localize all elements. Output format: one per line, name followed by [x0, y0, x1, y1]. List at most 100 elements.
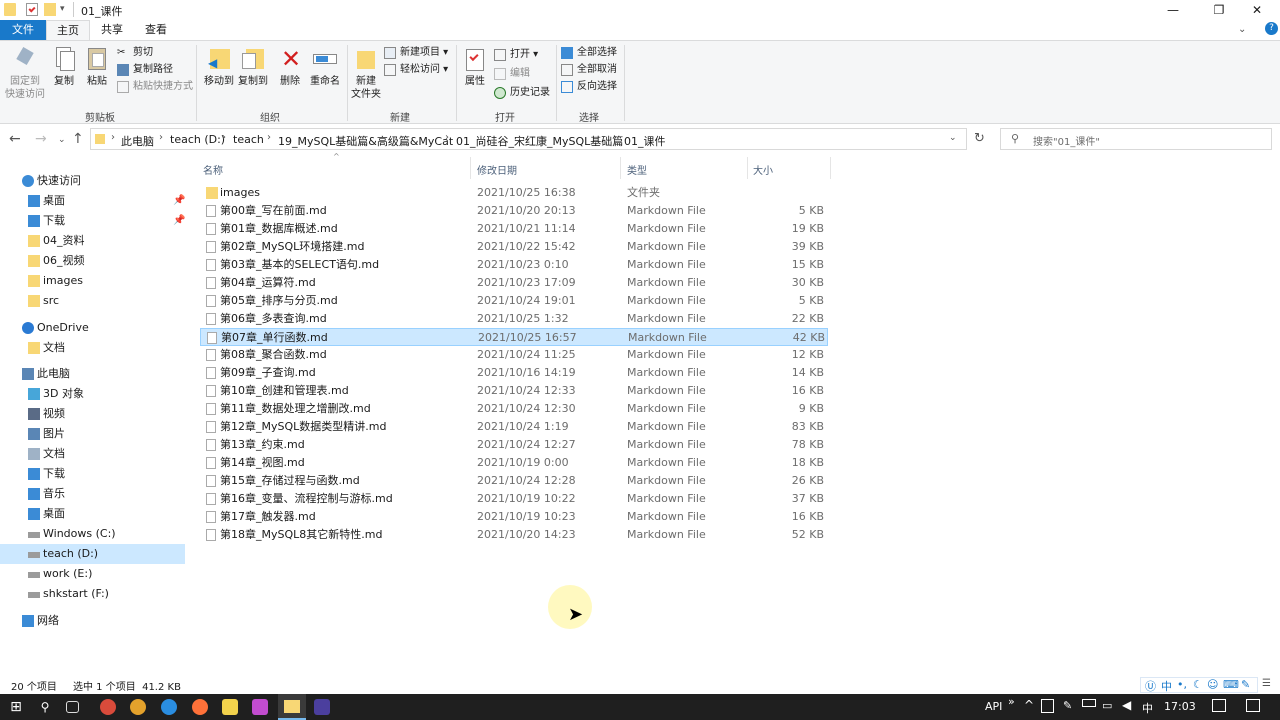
sidebar-item[interactable]: src — [0, 291, 185, 311]
sidebar-item[interactable]: shkstart (F:) — [0, 584, 185, 604]
search-icon[interactable]: ⚲ — [37, 699, 53, 715]
table-row[interactable]: 第17章_触发器.md 2021/10/19 10:23 Markdown File… — [200, 508, 828, 526]
file-explorer-taskbar-button[interactable] — [278, 694, 306, 720]
new-item-button[interactable]: 新建项目 ▾ — [384, 45, 448, 61]
notes-app-icon[interactable] — [222, 699, 238, 715]
sidebar-item[interactable]: 06_视频 — [0, 251, 185, 271]
chrome-icon[interactable] — [100, 699, 116, 715]
select-none-button[interactable]: 全部取消 — [561, 62, 617, 78]
tab-view[interactable]: 查看 — [134, 20, 178, 40]
table-row[interactable]: 第03章_基本的SELECT语句.md 2021/10/23 0:10 Markdo… — [200, 256, 828, 274]
table-row[interactable]: 第00章_写在前面.md 2021/10/20 20:13 Markdown Fil… — [200, 202, 828, 220]
table-row[interactable]: 第04章_运算符.md 2021/10/23 17:09 Markdown File… — [200, 274, 828, 292]
table-row[interactable]: 第01章_数据库概述.md 2021/10/21 11:14 Markdown Fi… — [200, 220, 828, 238]
copy-button[interactable]: 复制 — [50, 45, 78, 88]
rename-button[interactable]: 重命名 — [306, 45, 344, 88]
properties-icon[interactable] — [26, 3, 38, 16]
ime-settings-icon[interactable]: ✎ — [1241, 678, 1250, 691]
breadcrumb-this-pc[interactable]: 此电脑 — [121, 133, 154, 149]
ime-punct-icon[interactable]: •, — [1177, 678, 1187, 691]
table-row[interactable]: 第05章_排序与分页.md 2021/10/24 19:01 Markdown Fi… — [200, 292, 828, 310]
table-row[interactable]: 第02章_MySQL环境搭建.md 2021/10/22 15:42 Markdow… — [200, 238, 828, 256]
sidebar-item[interactable]: 网络 — [0, 611, 185, 631]
sidebar-item[interactable]: teach (D:) — [0, 544, 185, 564]
breadcrumb-course[interactable]: 19_MySQL基础篇&高级篇&MyCat — [278, 133, 453, 149]
column-modified[interactable]: 修改日期 — [477, 162, 517, 177]
select-all-button[interactable]: 全部选择 — [561, 45, 617, 61]
details-view-icon[interactable]: ☰ — [1262, 678, 1271, 689]
sidebar-item[interactable]: 音乐 — [0, 484, 185, 504]
tab-file[interactable]: 文件 — [0, 20, 46, 40]
sidebar-item[interactable]: OneDrive — [0, 318, 185, 338]
sidebar-item[interactable]: Windows (C:) — [0, 524, 185, 544]
sidebar-item[interactable]: 桌面 — [0, 504, 185, 524]
column-type[interactable]: 类型 — [627, 162, 647, 177]
breadcrumb-basic[interactable]: 01_尚硅谷_宋红康_MySQL基础篇 — [456, 133, 623, 149]
table-row[interactable]: 第08章_聚合函数.md 2021/10/24 11:25 Markdown Fil… — [200, 346, 828, 364]
address-bar[interactable]: › 此电脑 › teach (D:) › teach › 19_MySQL基础篇… — [90, 128, 967, 150]
sidebar-item[interactable]: images — [0, 271, 185, 291]
properties-button[interactable]: 属性 — [460, 45, 490, 88]
easy-access-button[interactable]: 轻松访问 ▾ — [384, 62, 448, 78]
help-icon[interactable]: ? — [1265, 22, 1278, 35]
new-folder-icon[interactable] — [44, 3, 56, 16]
search-box[interactable]: ⚲ 搜索"01_课件" — [1000, 128, 1272, 150]
table-row[interactable]: 第12章_MySQL数据类型精讲.md 2021/10/24 1:19 Markdo… — [200, 418, 828, 436]
breadcrumb-current[interactable]: 01_课件 — [624, 133, 666, 149]
sidebar-item[interactable]: 3D 对象 — [0, 384, 185, 404]
close-button[interactable]: ✕ — [1234, 0, 1280, 20]
table-row[interactable]: 第14章_视图.md 2021/10/19 0:00 Markdown File 18… — [200, 454, 828, 472]
api-label[interactable]: API — [985, 700, 1002, 713]
tab-share[interactable]: 共享 — [90, 20, 134, 40]
firefox-icon[interactable] — [192, 699, 208, 715]
ide-icon[interactable] — [252, 699, 268, 715]
open-button[interactable]: 打开 ▾ — [494, 47, 538, 63]
chevron-right-icon[interactable]: » — [1008, 695, 1015, 708]
new-folder-button[interactable]: 新建 文件夹 — [350, 45, 382, 101]
pen-icon[interactable]: ✎ — [1063, 699, 1072, 712]
move-to-button[interactable]: ◀ 移动到 — [202, 45, 236, 88]
show-hidden-icons[interactable]: ^ — [1024, 698, 1034, 712]
pin-icon[interactable]: 📌 — [173, 191, 185, 211]
sidebar-item[interactable]: 文档 — [0, 338, 185, 358]
sidebar-item[interactable]: 04_资料 — [0, 231, 185, 251]
clock[interactable]: 17:03 — [1164, 700, 1196, 713]
edit-button[interactable]: 编辑 — [494, 66, 530, 82]
table-row[interactable]: 第11章_数据处理之增删改.md 2021/10/24 12:30 Markdown… — [200, 400, 828, 418]
paste-shortcut-button[interactable]: 粘贴快捷方式 — [117, 79, 193, 95]
invert-selection-button[interactable]: 反向选择 — [561, 79, 617, 95]
recent-locations-icon[interactable]: ⌄ — [58, 135, 66, 145]
sidebar-item[interactable]: 下载 — [0, 464, 185, 484]
ime-smile-icon[interactable]: ☺ — [1207, 678, 1218, 691]
column-name[interactable]: 名称 — [203, 162, 223, 177]
ime-mode-label[interactable]: 中 — [1161, 678, 1172, 694]
column-size[interactable]: 大小 — [753, 162, 773, 177]
sidebar-item[interactable]: 快速访问 — [0, 171, 185, 191]
sidebar-item[interactable]: 下载 📌 — [0, 211, 185, 231]
delete-button[interactable]: ✕ 删除 — [276, 45, 304, 88]
ime-moon-icon[interactable]: ☾ — [1193, 678, 1203, 691]
sidebar-item[interactable]: 桌面 📌 — [0, 191, 185, 211]
task-view-icon[interactable] — [66, 701, 79, 713]
table-row[interactable]: 第10章_创建和管理表.md 2021/10/24 12:33 Markdown F… — [200, 382, 828, 400]
table-row[interactable]: 第18章_MySQL8其它新特性.md 2021/10/20 14:23 Markd… — [200, 526, 828, 544]
ime-toolbar[interactable]: Ⓤ 中 •, ☾ ☺ ⌨ ✎ — [1140, 677, 1258, 693]
pin-icon[interactable]: 📌 — [173, 211, 185, 231]
ime-keyboard-icon[interactable]: ⌨ — [1223, 678, 1239, 691]
table-row[interactable]: 第09章_子查询.md 2021/10/16 14:19 Markdown File… — [200, 364, 828, 382]
sidebar-item[interactable]: work (E:) — [0, 564, 185, 584]
forward-arrow-icon[interactable]: → — [35, 131, 47, 147]
ribbon-collapse-icon[interactable]: ⌄ — [1238, 24, 1246, 35]
device-icon[interactable] — [1041, 699, 1054, 713]
table-row[interactable]: 第06章_多表查询.md 2021/10/25 1:32 Markdown File… — [200, 310, 828, 328]
divider[interactable] — [830, 157, 831, 179]
notifications-icon[interactable] — [1246, 699, 1260, 712]
divider[interactable] — [620, 157, 621, 179]
divider[interactable] — [747, 157, 748, 179]
search-input[interactable]: 搜索"01_课件" — [1033, 133, 1100, 148]
history-button[interactable]: 历史记录 — [494, 85, 550, 101]
minimize-button[interactable]: — — [1150, 0, 1196, 20]
network-icon[interactable]: ▭ — [1102, 699, 1112, 712]
sidebar-item[interactable]: 文档 — [0, 444, 185, 464]
sidebar-item[interactable]: 此电脑 — [0, 364, 185, 384]
